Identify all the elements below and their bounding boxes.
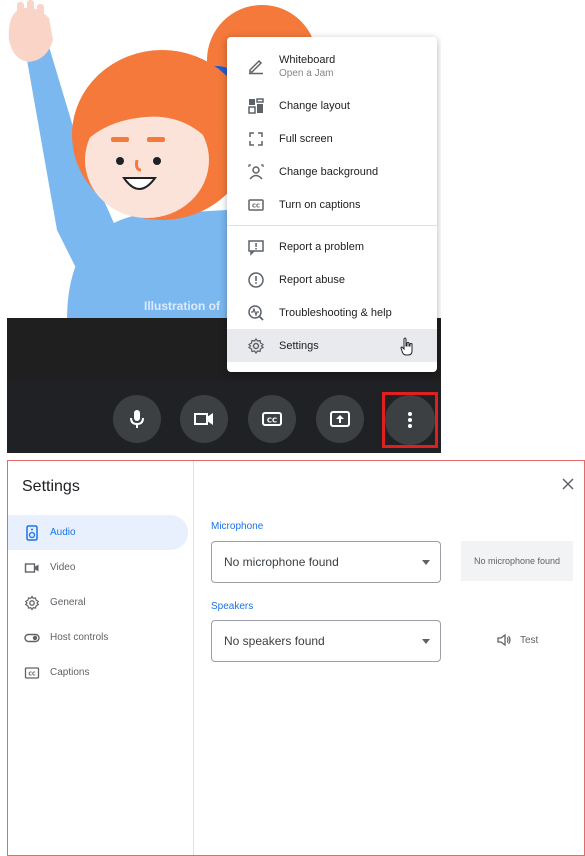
speakers-select[interactable]: No speakers found [211,620,441,662]
menu-item-change-background[interactable]: Change background [227,155,437,188]
captions-icon: CC [247,196,265,214]
menu-item-label: Whiteboard [279,53,336,66]
nav-label: Audio [50,527,76,538]
settings-dialog: Settings Audio Video General Host contro… [7,460,585,856]
camera-icon [194,413,213,425]
svg-text:CC: CC [252,203,260,209]
video-icon [24,560,40,576]
microphone-select[interactable]: No microphone found [211,541,441,583]
svg-text:CC: CC [267,417,277,425]
menu-item-label: Troubleshooting & help [279,306,392,319]
report-abuse-icon [247,271,265,289]
nav-label: Video [50,562,76,573]
captions-icon: CC [262,412,282,426]
menu-item-label: Settings [279,339,319,352]
settings-sidebar: Settings Audio Video General Host contro… [8,461,194,855]
camera-button[interactable] [180,395,228,443]
microphone-label: Microphone [211,521,264,532]
present-icon [330,411,350,427]
gear-icon [24,594,40,611]
speakers-label: Speakers [211,601,254,612]
close-icon [562,478,574,490]
gear-icon [247,337,265,355]
menu-item-turn-on-captions[interactable]: CC Turn on captions [227,188,437,221]
menu-item-report-abuse[interactable]: Report abuse [227,263,437,296]
troubleshoot-icon [247,304,265,322]
microphone-select-value: No microphone found [224,555,339,569]
illustration-caption: Illustration of [144,299,220,313]
settings-nav: Audio Video General Host controls CC Cap… [8,515,188,690]
nav-item-general[interactable]: General [8,585,188,620]
menu-item-whiteboard[interactable]: Whiteboard Open a Jam [227,43,437,89]
microphone-button[interactable] [113,395,161,443]
menu-item-label: Report abuse [279,273,346,286]
more-options-button[interactable] [385,395,435,445]
more-options-menu: Whiteboard Open a Jam Change layout Full … [227,37,437,372]
meeting-toolbar: CC [7,380,441,453]
volume-icon [497,633,511,647]
fullscreen-icon [247,130,265,148]
chevron-down-icon [422,639,430,644]
layout-icon [247,97,265,115]
menu-item-label: Turn on captions [279,198,361,211]
hand-cursor-icon [400,337,413,356]
nav-label: Captions [50,667,90,678]
speaker-icon [24,524,40,541]
menu-item-report-problem[interactable]: Report a problem [227,230,437,263]
more-options-icon [408,412,412,428]
meet-window: Illustration of CC Whiteboard Open a Jam … [7,0,441,453]
menu-divider [227,225,437,226]
test-label: Test [520,634,539,646]
present-button[interactable] [316,395,364,443]
pencil-icon [247,57,265,75]
microphone-icon [130,410,144,428]
menu-item-sublabel: Open a Jam [279,67,334,79]
nav-label: Host controls [50,632,109,643]
speakers-select-value: No speakers found [224,634,325,648]
settings-title: Settings [22,478,80,495]
report-problem-icon [247,238,265,256]
nav-label: General [50,597,86,608]
menu-item-change-layout[interactable]: Change layout [227,89,437,122]
menu-item-label: Change layout [279,99,350,112]
menu-item-full-screen[interactable]: Full screen [227,122,437,155]
close-button[interactable] [559,475,577,493]
nav-item-captions[interactable]: CC Captions [8,655,188,690]
background-icon [247,163,265,181]
menu-item-label: Report a problem [279,240,364,253]
test-speakers-button[interactable]: Test [496,631,538,649]
menu-item-label: Change background [279,165,379,178]
menu-item-label: Full screen [279,132,333,145]
menu-item-troubleshooting[interactable]: Troubleshooting & help [227,296,437,329]
menu-item-settings[interactable]: Settings [227,329,437,362]
captions-icon: CC [24,665,40,681]
nav-item-video[interactable]: Video [8,550,188,585]
nav-item-host-controls[interactable]: Host controls [8,620,188,655]
toggle-icon [24,630,40,646]
microphone-status: No microphone found [461,541,573,581]
chevron-down-icon [422,560,430,565]
captions-button[interactable]: CC [248,395,296,443]
svg-text:CC: CC [28,671,36,677]
nav-item-audio[interactable]: Audio [8,515,188,550]
